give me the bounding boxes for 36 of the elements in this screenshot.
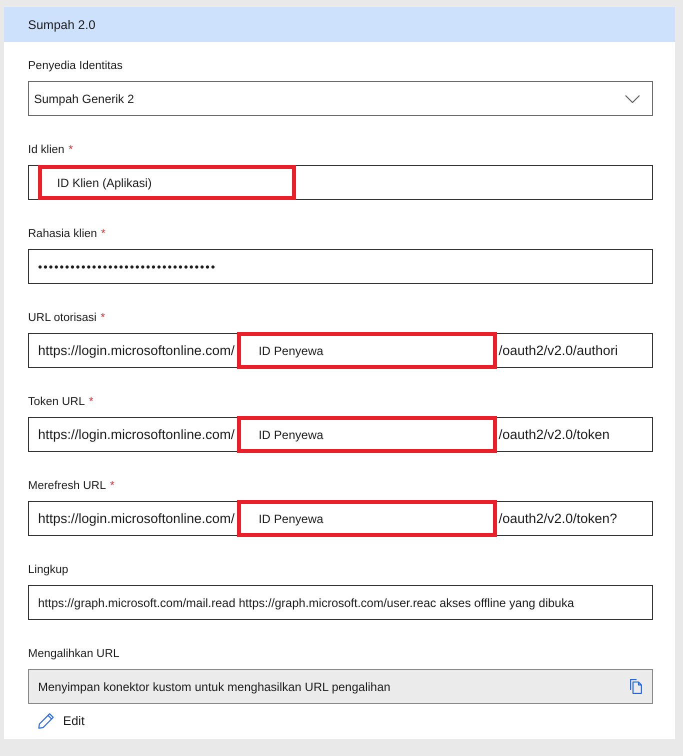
annotation-highlight: ID Penyewa	[236, 500, 497, 537]
field-label: URL otorisasi	[28, 312, 97, 324]
chevron-down-icon	[625, 94, 640, 102]
annotation-highlight: ID Klien (Aplikasi)	[38, 165, 296, 200]
section-header: Sumpah 2.0	[4, 7, 675, 42]
annotation-highlight: ID Penyewa	[236, 332, 497, 369]
required-mark: *	[100, 312, 106, 324]
field-label: Merefresh URL	[28, 480, 106, 492]
field-label: Penyedia Identitas	[28, 60, 123, 72]
readonly-field: Menyimpan konektor kustom untuk menghasilkan URL pengalihan	[28, 669, 653, 704]
annotation-highlight: ID Penyewa	[236, 416, 497, 453]
url-field[interactable]: https://login.microsoftonline.com/ ID Penyewa /oauth2/v2.0/authori	[28, 333, 653, 368]
dropdown-field[interactable]: Sumpah Generik 2	[28, 81, 653, 116]
url-prefix: https://login.microsoftonline.com/	[38, 511, 235, 526]
url-prefix: https://login.microsoftonline.com/	[38, 427, 235, 442]
url-field[interactable]: https://login.microsoftonline.com/ ID Penyewa /oauth2/v2.0/token	[28, 417, 653, 452]
copy-icon[interactable]	[630, 679, 642, 694]
url-suffix: /oauth2/v2.0/token	[498, 427, 610, 442]
password-field[interactable]: •••••••••••••••••••••••••••••••••	[28, 249, 653, 284]
required-mark: *	[101, 228, 106, 240]
url-suffix: /oauth2/v2.0/authori	[498, 343, 618, 358]
edit-button[interactable]: Edit	[38, 713, 85, 729]
input-field[interactable]: https://graph.microsoft.com/mail.read https://graph.microsoft.com/user.reac akses offline yang dibuka	[28, 585, 653, 620]
field-label: Lingkup	[28, 564, 68, 576]
required-mark: *	[68, 144, 73, 156]
required-mark: *	[110, 480, 114, 492]
url-prefix: https://login.microsoftonline.com/	[38, 343, 235, 358]
field-label: Id klien	[28, 144, 64, 156]
url-field[interactable]: https://login.microsoftonline.com/ ID Penyewa /oauth2/v2.0/token?	[28, 501, 653, 536]
field-label: Rahasia klien	[28, 228, 98, 240]
field-label: Mengalihkan URL	[28, 648, 120, 660]
pencil-icon	[38, 713, 54, 729]
input-field[interactable]: ID Klien (Aplikasi)	[28, 165, 653, 200]
required-mark: *	[88, 396, 94, 408]
url-suffix: /oauth2/v2.0/token?	[498, 511, 618, 526]
field-label: Token URL	[28, 396, 85, 408]
